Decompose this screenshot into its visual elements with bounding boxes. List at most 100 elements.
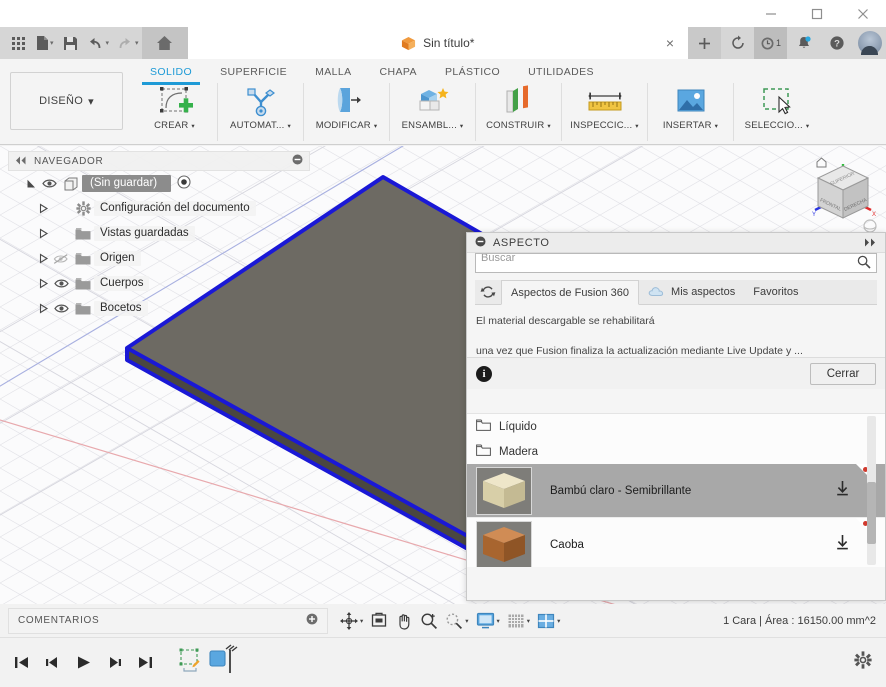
zoom-tool-icon[interactable] <box>418 612 440 630</box>
zoom-window-tool-icon[interactable]: ▾ <box>443 612 470 630</box>
material-row-bambu[interactable]: Bambú claro - Semibrillante <box>467 464 885 518</box>
appearance-list[interactable]: Líquido Madera Bambú claro - Semibrillan… <box>467 413 885 567</box>
workspace-selector[interactable]: DISEÑO ▾ <box>10 72 123 130</box>
job-status-icon[interactable]: 1 <box>754 27 787 59</box>
navigator-item-saved-views[interactable]: Vistas guardadas <box>8 221 310 246</box>
collapse-left-icon[interactable] <box>15 152 27 170</box>
refresh-library-icon[interactable] <box>475 280 501 304</box>
tab-chapa[interactable]: CHAPA <box>366 63 431 81</box>
navigator-item-document-settings[interactable]: Configuración del documento <box>8 196 310 221</box>
panel-crear-label[interactable]: CREAR ▾ <box>154 120 195 131</box>
add-comment-icon[interactable] <box>306 612 318 630</box>
panel-insertar[interactable]: INSERTAR ▾ <box>648 83 734 141</box>
panel-inspeccionar-label[interactable]: INSPECCIC... ▾ <box>570 120 639 131</box>
panel-insertar-label[interactable]: INSERTAR ▾ <box>663 120 718 131</box>
panel-inspeccionar[interactable]: INSPECCIC... ▾ <box>562 83 648 141</box>
step-forward-button[interactable] <box>105 654 123 672</box>
panel-construir-label[interactable]: CONSTRUIR ▾ <box>486 120 551 131</box>
maximize-button[interactable] <box>794 0 840 27</box>
download-icon[interactable] <box>834 534 851 556</box>
close-document-tab-icon[interactable]: × <box>662 35 678 51</box>
panel-automatizar-label[interactable]: AUTOMAT... ▾ <box>230 120 291 131</box>
info-icon[interactable]: i <box>476 365 492 382</box>
close-dialog-button[interactable]: Cerrar <box>810 362 876 385</box>
expand-right-icon[interactable] <box>864 234 877 252</box>
library-tab-fusion[interactable]: Aspectos de Fusion 360 <box>501 280 640 305</box>
tab-superficie[interactable]: SUPERFICIE <box>206 63 301 81</box>
tab-utilidades[interactable]: UTILIDADES <box>514 63 608 81</box>
undo-icon[interactable]: ▾ <box>85 30 113 56</box>
download-icon[interactable] <box>834 480 851 502</box>
refresh-icon[interactable] <box>721 27 754 59</box>
display-settings-icon[interactable]: ▾ <box>474 612 502 629</box>
panel-crear[interactable]: CREAR ▾ <box>132 83 218 141</box>
search-input[interactable]: Buscar <box>475 253 877 273</box>
search-icon[interactable] <box>857 255 871 274</box>
undo-caret[interactable]: ▾ <box>106 39 110 47</box>
library-tab-favorites[interactable]: Favoritos <box>744 280 807 304</box>
scrollbar-thumb[interactable] <box>867 481 876 545</box>
viewports-icon[interactable]: ▾ <box>535 613 562 629</box>
panel-ensamblar-label[interactable]: ENSAMBL... ▾ <box>402 120 464 131</box>
library-tab-my-appearances[interactable]: Mis aspectos <box>639 280 744 304</box>
tab-plastico[interactable]: PLÁSTICO <box>431 63 514 81</box>
visibility-eye-icon[interactable] <box>50 303 72 314</box>
redo-icon[interactable]: ▾ <box>114 30 142 56</box>
go-to-end-button[interactable] <box>136 654 154 672</box>
group-liquido[interactable]: Líquido <box>467 414 885 439</box>
expand-triangle-icon[interactable] <box>36 278 50 289</box>
look-at-tool-icon[interactable] <box>368 612 390 629</box>
group-madera[interactable]: Madera <box>467 439 885 464</box>
new-file-icon[interactable]: ▾ <box>32 30 57 56</box>
timeline-settings-icon[interactable] <box>854 651 872 674</box>
panel-ensamblar[interactable]: ENSAMBL... ▾ <box>390 83 476 141</box>
visibility-eye-off-icon[interactable] <box>50 253 72 265</box>
panel-seleccionar[interactable]: SELECCIO... ▾ <box>734 83 820 141</box>
orbit-tool-icon[interactable]: ▾ <box>338 611 365 630</box>
notifications-icon[interactable] <box>787 27 820 59</box>
add-tab-icon[interactable] <box>688 27 721 59</box>
tab-solido[interactable]: SOLIDO <box>136 63 206 85</box>
panel-seleccionar-label[interactable]: SELECCIO... ▾ <box>745 120 810 131</box>
3d-viewport[interactable]: NAVEGADOR (Sin guardar) Configuración de… <box>0 146 886 604</box>
new-file-caret[interactable]: ▾ <box>50 39 54 47</box>
expand-triangle-icon[interactable] <box>36 303 50 314</box>
panel-construir[interactable]: CONSTRUIR ▾ <box>476 83 562 141</box>
help-icon[interactable]: ? <box>820 27 853 59</box>
sketch-feature-icon[interactable] <box>176 645 206 680</box>
tab-malla[interactable]: MALLA <box>301 63 365 81</box>
appearance-list-scrollbar[interactable] <box>867 416 876 565</box>
navigator-item-bodies[interactable]: Cuerpos <box>8 271 310 296</box>
expand-triangle-icon[interactable] <box>36 203 50 214</box>
expand-triangle-icon[interactable] <box>24 178 38 189</box>
extrude-feature-icon[interactable] <box>206 643 240 682</box>
expand-triangle-icon[interactable] <box>36 253 50 264</box>
home-icon[interactable] <box>141 27 188 59</box>
minimize-button[interactable] <box>748 0 794 27</box>
navigator-item-origin[interactable]: Origen <box>8 246 310 271</box>
minimize-panel-icon[interactable] <box>292 152 303 170</box>
navigator-item-sketches[interactable]: Bocetos <box>8 296 310 321</box>
comments-panel[interactable]: COMENTARIOS <box>8 607 328 634</box>
panel-modificar[interactable]: MODIFICAR ▾ <box>304 83 390 141</box>
document-tab[interactable]: Sin título* × <box>187 27 688 59</box>
app-grid-icon[interactable] <box>6 30 30 56</box>
grid-snaps-icon[interactable]: ▾ <box>505 613 532 629</box>
material-row-caoba[interactable]: Caoba <box>467 518 885 567</box>
go-to-start-button[interactable] <box>12 654 30 672</box>
visibility-eye-icon[interactable] <box>50 278 72 289</box>
navigator-root-item[interactable]: (Sin guardar) <box>8 171 310 196</box>
collapse-icon[interactable] <box>475 234 486 252</box>
visibility-eye-icon[interactable] <box>38 178 60 189</box>
save-icon[interactable] <box>59 30 83 56</box>
radio-icon[interactable] <box>177 175 191 192</box>
pan-tool-icon[interactable] <box>393 612 415 630</box>
panel-modificar-label[interactable]: MODIFICAR ▾ <box>316 120 378 131</box>
play-button[interactable] <box>74 654 92 672</box>
viewcube[interactable]: Y X SUPERIOR FRONTAL DERECHA <box>800 150 880 236</box>
panel-automatizar[interactable]: AUTOMAT... ▾ <box>218 83 304 141</box>
account-avatar[interactable] <box>853 27 886 59</box>
expand-triangle-icon[interactable] <box>36 228 50 239</box>
redo-caret[interactable]: ▾ <box>135 39 139 47</box>
close-button[interactable] <box>840 0 886 27</box>
